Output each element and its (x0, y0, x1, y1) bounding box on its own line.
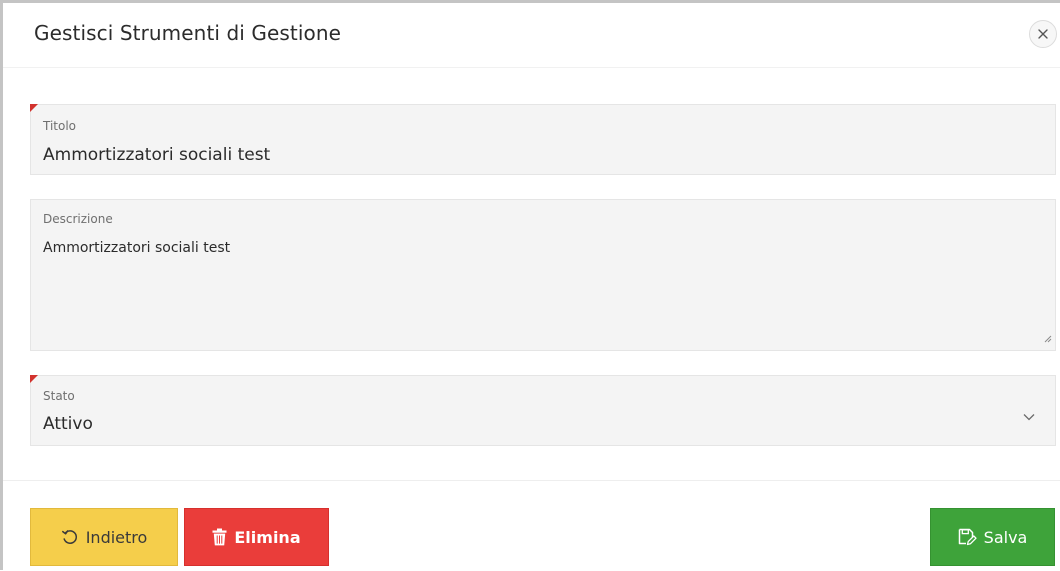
back-button-label: Indietro (85, 527, 148, 547)
descrizione-label: Descrizione (43, 212, 113, 226)
undo-icon (61, 528, 79, 546)
modal-dialog: Gestisci Strumenti di Gestione Titolo Am… (0, 0, 1060, 571)
dialog-body: Titolo Ammortizzatori sociali test Descr… (3, 68, 1060, 480)
descrizione-textarea[interactable]: Ammortizzatori sociali test (43, 240, 230, 256)
trash-icon (212, 528, 227, 546)
stato-select[interactable]: Stato Attivo (30, 375, 1056, 446)
chevron-down-icon[interactable] (1023, 406, 1035, 425)
stato-label: Stato (43, 389, 75, 403)
save-icon (958, 528, 977, 546)
required-marker (30, 375, 38, 383)
dialog-footer: Indietro Elimina Salva (3, 480, 1060, 571)
close-button[interactable] (1029, 20, 1057, 48)
delete-button-label: Elimina (234, 527, 301, 547)
titolo-field[interactable]: Titolo Ammortizzatori sociali test (30, 104, 1056, 175)
dialog-title: Gestisci Strumenti di Gestione (34, 21, 342, 45)
titolo-label: Titolo (43, 119, 77, 133)
titolo-input[interactable]: Ammortizzatori sociali test (43, 145, 270, 165)
resize-handle-icon[interactable] (1044, 328, 1052, 347)
stato-selected-value: Attivo (43, 414, 93, 434)
save-button[interactable]: Salva (930, 508, 1055, 566)
back-button[interactable]: Indietro (30, 508, 178, 566)
delete-button[interactable]: Elimina (184, 508, 329, 566)
dialog-header: Gestisci Strumenti di Gestione (3, 3, 1060, 68)
required-marker (30, 104, 38, 112)
descrizione-field[interactable]: Descrizione Ammortizzatori sociali test (30, 199, 1056, 351)
save-button-label: Salva (983, 527, 1028, 547)
close-icon (1038, 29, 1048, 39)
